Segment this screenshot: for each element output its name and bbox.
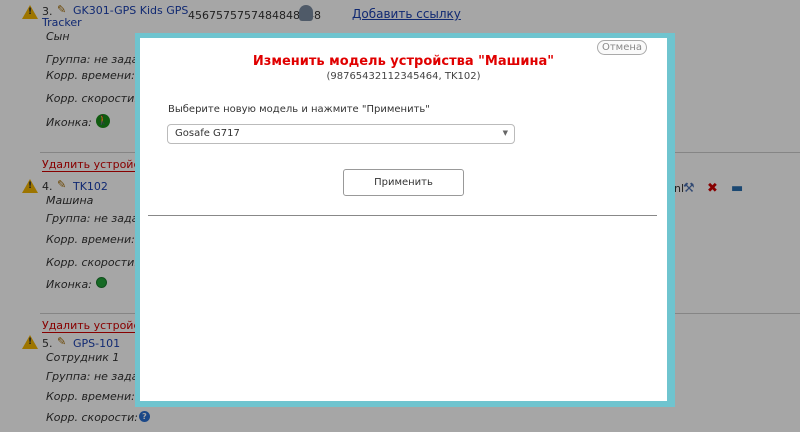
dialog-divider	[148, 215, 657, 216]
dropdown-arrow-icon: ▼	[502, 129, 508, 137]
cancel-button[interactable]: Отмена	[597, 40, 647, 55]
model-select-value: Gosafe G717	[175, 128, 240, 139]
dialog-subtitle: (98765432112345464, TK102)	[326, 71, 481, 82]
dialog-title: Изменить модель устройства "Машина"	[252, 54, 555, 69]
change-model-dialog: Отмена Изменить модель устройства "Машин…	[140, 38, 667, 401]
apply-button[interactable]: Применить	[343, 169, 464, 196]
dialog-instruction: Выберите новую модель и нажмите "Примени…	[168, 104, 430, 115]
model-select[interactable]: Gosafe G717 ▼	[167, 124, 515, 144]
